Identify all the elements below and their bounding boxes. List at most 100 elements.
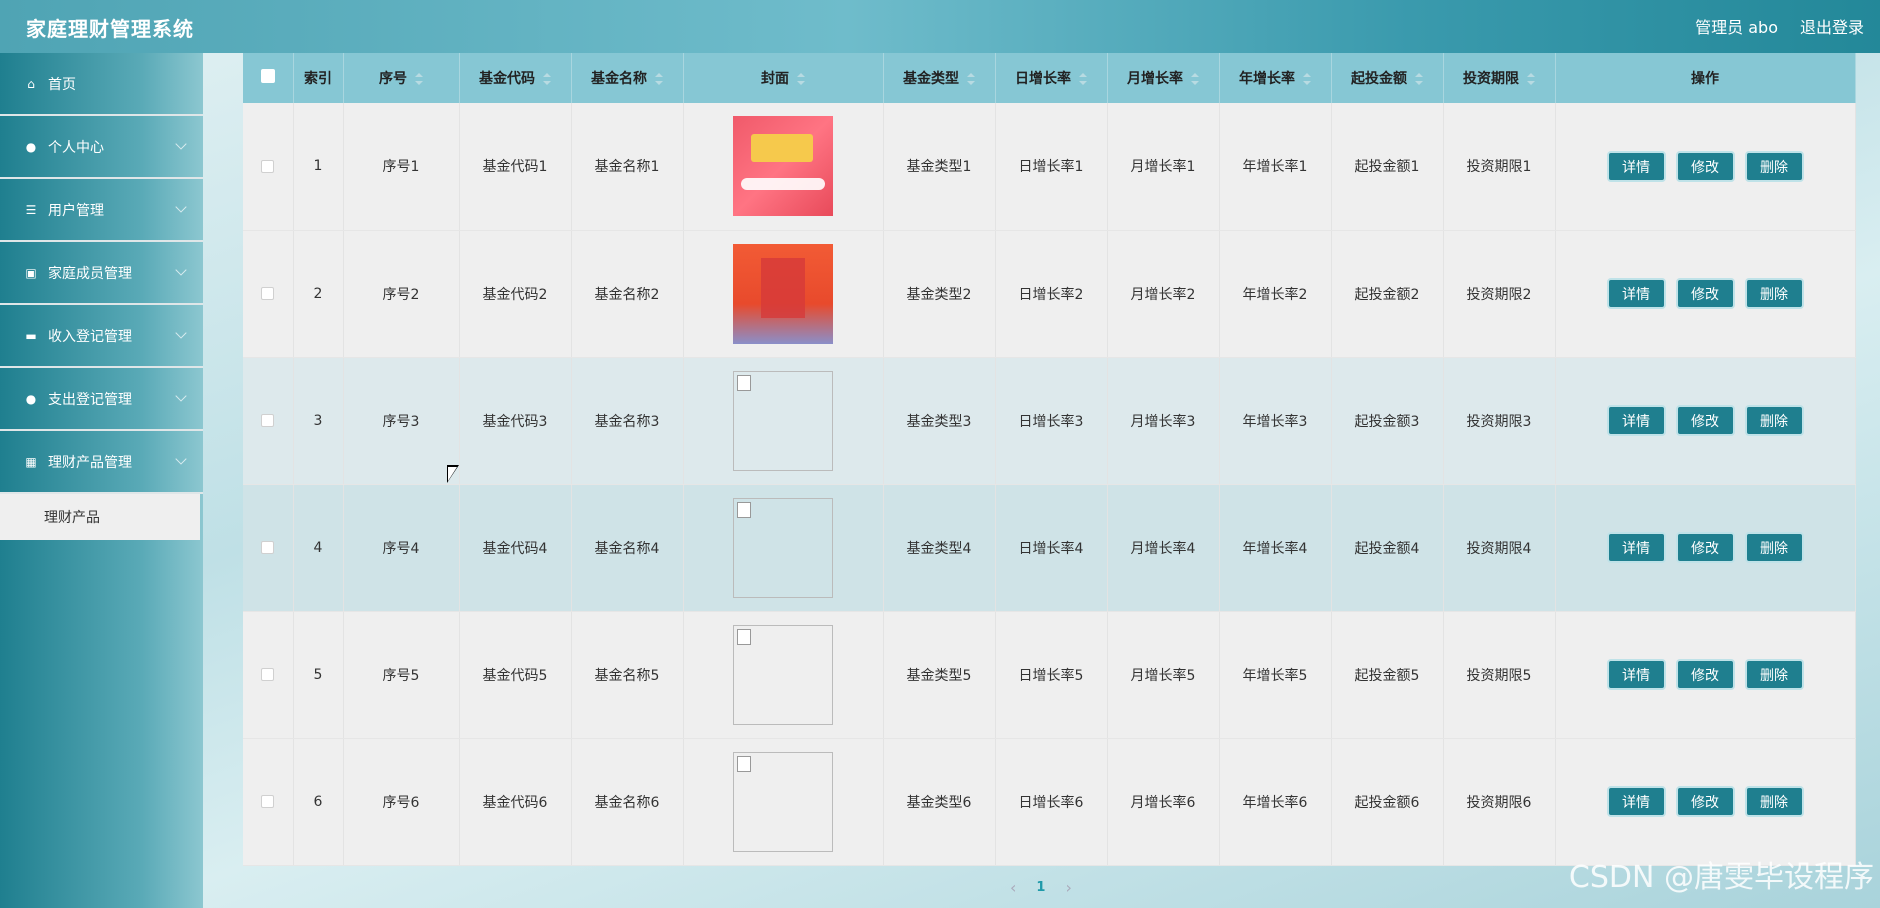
delete-button[interactable]: 删除 (1744, 278, 1804, 309)
cell-actions: 详情 修改 删除 (1555, 738, 1856, 866)
row-checkbox[interactable] (261, 541, 275, 554)
cell-term: 投资期限4 (1443, 484, 1556, 612)
cell-actions: 详情 修改 删除 (1555, 103, 1856, 231)
delete-button[interactable]: 删除 (1744, 786, 1804, 817)
detail-button[interactable]: 详情 (1606, 150, 1666, 182)
column-header-name[interactable]: 基金名称 (571, 53, 684, 103)
sliders-icon: ☰ (25, 202, 37, 217)
cell-yearly: 年增长率3 (1219, 357, 1332, 485)
cell-name: 基金名称6 (571, 738, 684, 866)
next-page-icon[interactable]: › (1065, 878, 1071, 897)
sort-icon[interactable] (655, 73, 663, 85)
column-header-monthly[interactable]: 月增长率 (1107, 53, 1220, 103)
cell-min-amount: 起投金额2 (1331, 230, 1444, 358)
table-row: 3 序号3 基金代码3 基金名称3 基金类型3 日增长率3 月增长率3 年增长率3 起投金额3 投… (243, 357, 1856, 485)
column-header-type[interactable]: 基金类型 (883, 53, 996, 103)
cover-image (733, 116, 833, 217)
row-select-cell[interactable] (243, 484, 294, 612)
select-all-cell[interactable] (243, 53, 294, 103)
row-select-cell[interactable] (243, 357, 294, 485)
cell-actions: 详情 修改 删除 (1555, 611, 1856, 739)
chevron-down-icon (175, 264, 187, 276)
sidebar-subitem-finance-product[interactable]: 理财产品 (0, 494, 200, 540)
cell-monthly: 月增长率4 (1107, 484, 1220, 612)
delete-button[interactable]: 删除 (1744, 659, 1804, 690)
row-checkbox[interactable] (261, 795, 275, 808)
sidebar-item-home[interactable]: ⌂ 首页 (0, 53, 203, 116)
cell-seq: 序号6 (343, 738, 460, 866)
cell-monthly: 月增长率3 (1107, 357, 1220, 485)
prev-page-icon[interactable]: ‹ (1010, 878, 1016, 897)
cell-daily: 日增长率6 (995, 738, 1108, 866)
column-header-index: 索引 (293, 53, 344, 103)
delete-button[interactable]: 删除 (1744, 150, 1804, 182)
cover-image-broken (733, 624, 833, 725)
sidebar-item-expense[interactable]: ● 支出登记管理 (0, 368, 203, 431)
row-select-cell[interactable] (243, 738, 294, 866)
column-header-seq[interactable]: 序号 (343, 53, 460, 103)
edit-button[interactable]: 修改 (1675, 405, 1735, 436)
cell-cover (683, 230, 884, 358)
sidebar: ⌂ 首页 ● 个人中心 ☰ 用户管理 ▣ 家庭成员管理 ▬ 收入登记管理 ● 支… (0, 53, 203, 908)
column-header-yearly[interactable]: 年增长率 (1219, 53, 1332, 103)
broken-image-icon (737, 755, 751, 772)
edit-button[interactable]: 修改 (1675, 659, 1735, 690)
sort-icon[interactable] (415, 73, 423, 85)
cell-term: 投资期限2 (1443, 230, 1556, 358)
sort-icon[interactable] (1303, 73, 1311, 85)
cell-daily: 日增长率4 (995, 484, 1108, 612)
column-header-cover[interactable]: 封面 (683, 53, 884, 103)
sort-icon[interactable] (797, 73, 805, 85)
cell-daily: 日增长率1 (995, 103, 1108, 231)
row-select-cell[interactable] (243, 611, 294, 739)
cell-type: 基金类型4 (883, 484, 996, 612)
detail-button[interactable]: 详情 (1606, 532, 1666, 563)
logout-link[interactable]: 退出登录 (1800, 14, 1864, 38)
cell-name: 基金名称4 (571, 484, 684, 612)
edit-button[interactable]: 修改 (1675, 150, 1735, 182)
cell-name: 基金名称2 (571, 230, 684, 358)
column-header-daily[interactable]: 日增长率 (995, 53, 1108, 103)
sort-icon[interactable] (967, 73, 975, 85)
sort-icon[interactable] (1527, 73, 1535, 85)
cell-type: 基金类型3 (883, 357, 996, 485)
column-header-actions: 操作 (1555, 53, 1856, 103)
row-select-cell[interactable] (243, 103, 294, 231)
delete-button[interactable]: 删除 (1744, 532, 1804, 563)
sort-icon[interactable] (1415, 73, 1423, 85)
detail-button[interactable]: 详情 (1606, 786, 1666, 817)
sidebar-item-income[interactable]: ▬ 收入登记管理 (0, 305, 203, 368)
sort-icon[interactable] (1079, 73, 1087, 85)
detail-button[interactable]: 详情 (1606, 659, 1666, 690)
row-checkbox[interactable] (261, 159, 275, 173)
sort-icon[interactable] (543, 73, 551, 85)
home-icon: ⌂ (27, 76, 35, 91)
cell-code: 基金代码1 (459, 103, 572, 231)
sidebar-item-family-members[interactable]: ▣ 家庭成员管理 (0, 242, 203, 305)
sidebar-item-user-management[interactable]: ☰ 用户管理 (0, 179, 203, 242)
delete-button[interactable]: 删除 (1744, 405, 1804, 436)
detail-button[interactable]: 详情 (1606, 278, 1666, 309)
cell-monthly: 月增长率6 (1107, 738, 1220, 866)
edit-button[interactable]: 修改 (1675, 532, 1735, 563)
sort-icon[interactable] (1191, 73, 1199, 85)
cell-cover (683, 484, 884, 612)
row-select-cell[interactable] (243, 230, 294, 358)
cell-min-amount: 起投金额6 (1331, 738, 1444, 866)
column-header-code[interactable]: 基金代码 (459, 53, 572, 103)
admin-user-label: 管理员 abo (1695, 18, 1778, 37)
column-header-term[interactable]: 投资期限 (1443, 53, 1556, 103)
edit-button[interactable]: 修改 (1675, 278, 1735, 309)
select-all-checkbox[interactable] (260, 69, 275, 83)
row-checkbox[interactable] (261, 287, 275, 300)
column-header-min-amount[interactable]: 起投金额 (1331, 53, 1444, 103)
page-number[interactable]: 1 (1036, 880, 1045, 895)
cell-term: 投资期限6 (1443, 738, 1556, 866)
sidebar-item-finance-products[interactable]: ▦ 理财产品管理 (0, 431, 203, 494)
detail-button[interactable]: 详情 (1606, 405, 1666, 436)
edit-button[interactable]: 修改 (1675, 786, 1735, 817)
sidebar-item-personal-center[interactable]: ● 个人中心 (0, 116, 203, 179)
row-checkbox[interactable] (261, 414, 275, 427)
cell-monthly: 月增长率2 (1107, 230, 1220, 358)
row-checkbox[interactable] (261, 668, 275, 681)
